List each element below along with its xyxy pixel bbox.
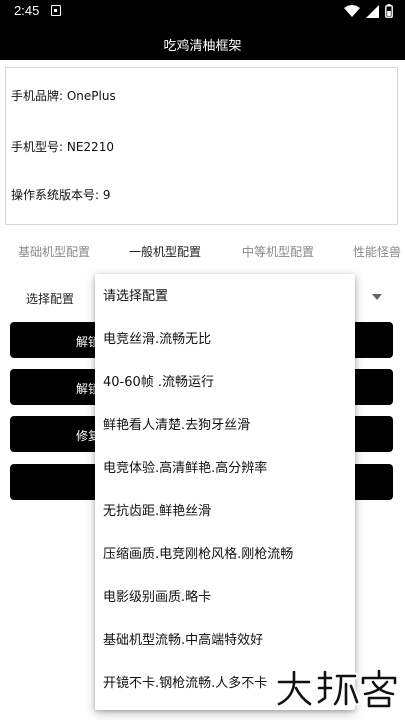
brand-value: OnePlus	[66, 89, 116, 103]
status-time: 2:45	[14, 3, 40, 18]
os-value: 9	[102, 188, 111, 202]
app-bar: 吃鸡清柚框架	[0, 24, 405, 60]
brand-label: 手机品牌:	[11, 89, 67, 103]
dropdown-option[interactable]: 电影级别画质.略卡	[95, 576, 355, 619]
model-value: NE2210	[66, 140, 114, 154]
app-title: 吃鸡清柚框架	[163, 39, 242, 54]
dropdown-option[interactable]: 电竞丝滑.流畅无比	[95, 318, 355, 361]
tab-medium[interactable]: 中等机型配置	[242, 243, 314, 260]
tab-general[interactable]: 一般机型配置	[129, 243, 201, 260]
dropdown-option[interactable]: 基础机型流畅.中高端特效好	[95, 619, 355, 662]
os-line: 操作系统版本号: 9	[11, 186, 111, 203]
status-icons	[344, 4, 393, 18]
wifi-icon	[344, 4, 360, 17]
dropdown-option[interactable]: 无抗齿距.鲜艳丝滑	[95, 490, 355, 533]
model-line: 手机型号: NE2210	[11, 138, 114, 155]
battery-icon	[385, 4, 393, 18]
device-info-card: 手机品牌: OnePlus 手机型号: NE2210 操作系统版本号: 9	[5, 67, 398, 225]
config-dropdown-menu: 请选择配置 电竞丝滑.流畅无比 40-60帧 .流畅运行 鲜艳看人清楚.去狗牙丝…	[95, 274, 355, 710]
config-label: 选择配置	[26, 292, 75, 306]
tab-performance[interactable]: 性能怪兽	[353, 243, 401, 260]
dropdown-option[interactable]: 压缩画质.电竞刚枪风格.刚枪流畅	[95, 533, 355, 576]
model-tabs: 基础机型配置 一般机型配置 中等机型配置 性能怪兽	[0, 240, 405, 264]
dropdown-option[interactable]: 40-60帧 .流畅运行	[95, 361, 355, 404]
tab-basic[interactable]: 基础机型配置	[18, 243, 90, 260]
dropdown-option[interactable]: 电竞体验.高清鲜艳.高分辨率	[95, 447, 355, 490]
os-label: 操作系统版本号:	[11, 188, 103, 202]
model-label: 手机型号:	[11, 140, 67, 154]
watermark-logo	[275, 668, 399, 708]
notification-icon	[51, 5, 61, 16]
status-bar: 2:45	[0, 0, 405, 24]
dropdown-arrow-icon[interactable]	[372, 294, 382, 300]
dropdown-option[interactable]: 鲜艳看人清楚.去狗牙丝滑	[95, 404, 355, 447]
brand-line: 手机品牌: OnePlus	[11, 87, 116, 104]
dropdown-option[interactable]: 请选择配置	[95, 275, 355, 318]
signal-icon	[366, 4, 379, 18]
